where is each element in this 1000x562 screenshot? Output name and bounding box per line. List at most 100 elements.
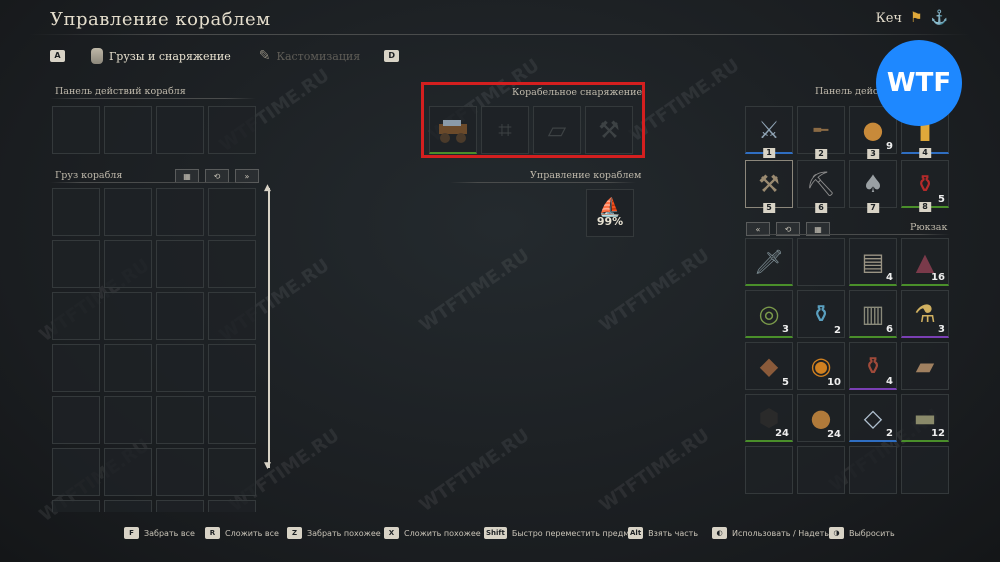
prev-tab-key[interactable]: A: [50, 50, 65, 62]
cargo-slot[interactable]: [156, 188, 204, 236]
backpack-slot[interactable]: ▤ 4: [849, 238, 897, 286]
tab-cargo-equipment[interactable]: Грузы и снаряжение: [91, 48, 231, 64]
cargo-scrollbar[interactable]: [268, 188, 270, 468]
cargo-slot[interactable]: [208, 188, 256, 236]
cargo-slot[interactable]: [52, 344, 100, 392]
equipment-slot-empty[interactable]: ⚒: [585, 106, 633, 154]
backpack-slot[interactable]: [849, 446, 897, 494]
backpack-slot[interactable]: ▲ 16: [901, 238, 949, 286]
ship-actions-label: Панель действий корабля: [55, 86, 186, 97]
hint-drop[interactable]: ◑ Выбросить: [829, 527, 895, 539]
backpack-slot[interactable]: ▬ 12: [901, 394, 949, 442]
axe-icon: ⚒: [758, 170, 780, 198]
backpack-slot[interactable]: ⬢ 24: [745, 394, 793, 442]
cargo-slot[interactable]: [208, 344, 256, 392]
backpack-slot[interactable]: ▰: [901, 342, 949, 390]
equipment-slot-empty[interactable]: ⌗: [481, 106, 529, 154]
flag-icon[interactable]: ⚑: [910, 10, 923, 26]
backpack-slot[interactable]: ◆ 5: [745, 342, 793, 390]
backpack-slot[interactable]: [745, 446, 793, 494]
anchor-icon[interactable]: ⚓: [931, 10, 948, 26]
cargo-buttons: ▦ ⟲ »: [175, 169, 259, 183]
cargo-slot[interactable]: [52, 240, 100, 288]
tab-bar: A Грузы и снаряжение ✎ Кастомизация D: [50, 48, 400, 64]
cargo-slot[interactable]: [52, 188, 100, 236]
sort-button[interactable]: ▦: [175, 169, 199, 183]
equipment-slot-empty[interactable]: ▱: [533, 106, 581, 154]
backpack-slot[interactable]: ▥ 6: [849, 290, 897, 338]
backpack-slot[interactable]: ● 24: [797, 394, 845, 442]
ship-equipment-grid: ⌗ ▱ ⚒: [429, 106, 633, 154]
cannon-icon: [430, 107, 476, 152]
transfer-button[interactable]: »: [235, 169, 259, 183]
tool-placeholder-icon: ⚒: [598, 116, 620, 144]
book-placeholder-icon: ▱: [547, 116, 567, 144]
tab-label: Грузы и снаряжение: [109, 49, 231, 63]
ship-condition: 99%: [596, 215, 624, 228]
action-slot[interactable]: [104, 106, 152, 154]
action-slot[interactable]: [156, 106, 204, 154]
cargo-slot[interactable]: [156, 448, 204, 496]
cargo-slot[interactable]: [104, 500, 152, 512]
backpack-slot[interactable]: ◇ 2: [849, 394, 897, 442]
action-slot-5[interactable]: ⚒ 5: [745, 160, 793, 213]
backpack-slot[interactable]: ⚗ 3: [901, 290, 949, 338]
divider: [745, 234, 950, 235]
equipment-slot-cannon[interactable]: [429, 106, 477, 154]
wtf-logo: WTF: [876, 40, 962, 126]
action-slot-8[interactable]: ⚱ 5 8: [901, 160, 949, 212]
cargo-slot[interactable]: [104, 344, 152, 392]
action-slot[interactable]: [52, 106, 100, 154]
cargo-slot[interactable]: [208, 448, 256, 496]
cargo-slot[interactable]: [104, 292, 152, 340]
hint-split[interactable]: Alt Взять часть: [628, 527, 698, 539]
cargo-slot[interactable]: [208, 292, 256, 340]
hint-take-all[interactable]: F Забрать все: [124, 527, 195, 539]
watermark: WTFTIME.RU: [415, 244, 534, 337]
cargo-slot[interactable]: [208, 240, 256, 288]
next-tab-key[interactable]: D: [384, 50, 400, 62]
backpack-slot[interactable]: ◉ 10: [797, 342, 845, 390]
action-slot-6[interactable]: ⛏ 6: [797, 160, 845, 213]
backpack-slot[interactable]: ⚱ 2: [797, 290, 845, 338]
cargo-slot[interactable]: [156, 396, 204, 444]
scroll-down-icon: ▼: [264, 461, 271, 471]
scroll-up-icon: ▲: [264, 183, 271, 193]
backpack-slot[interactable]: [797, 446, 845, 494]
cargo-slot[interactable]: [104, 448, 152, 496]
hint-quick-move[interactable]: Shift Быстро переместить предмет: [484, 527, 639, 539]
stack-button[interactable]: ⟲: [205, 169, 229, 183]
tab-customization[interactable]: ✎ Кастомизация: [259, 48, 360, 64]
hint-take-similar[interactable]: Z Забрать похожее: [287, 527, 381, 539]
cargo-slot[interactable]: [52, 292, 100, 340]
backpack-slot[interactable]: [901, 446, 949, 494]
cargo-slot[interactable]: [52, 448, 100, 496]
cargo-slot[interactable]: [52, 500, 100, 512]
backpack-slot[interactable]: ◎ 3: [745, 290, 793, 338]
cargo-slot[interactable]: [156, 344, 204, 392]
hint-use-equip[interactable]: ◐ Использовать / Надеть: [712, 527, 829, 539]
cargo-slot[interactable]: [104, 396, 152, 444]
cargo-slot[interactable]: [156, 500, 204, 512]
cargo-slot[interactable]: [52, 396, 100, 444]
ship-control-slot[interactable]: ⛵ 99%: [586, 189, 634, 237]
tab-label: Кастомизация: [276, 49, 361, 63]
hint-store-similar[interactable]: X Сложить похожее: [384, 527, 481, 539]
shovel-icon: ♠: [862, 170, 884, 198]
cargo-slot[interactable]: [156, 292, 204, 340]
action-slot-7[interactable]: ♠ 7: [849, 160, 897, 213]
backpack-slot[interactable]: 🗡: [745, 238, 793, 286]
cargo-slot[interactable]: [156, 240, 204, 288]
hint-store-all[interactable]: R Сложить все: [205, 527, 279, 539]
action-slot-1[interactable]: ⚔ 1: [745, 106, 793, 158]
halberd-icon: ⚔: [758, 115, 780, 144]
action-slot-2[interactable]: ╾ 2: [797, 106, 845, 159]
cargo-slot[interactable]: [104, 240, 152, 288]
cargo-slot[interactable]: [104, 188, 152, 236]
cargo-slot[interactable]: [208, 396, 256, 444]
cargo-slot[interactable]: [208, 500, 256, 512]
barrel-icon: [91, 48, 103, 64]
backpack-slot[interactable]: ⚱ 4: [849, 342, 897, 390]
action-slot[interactable]: [208, 106, 256, 154]
backpack-slot[interactable]: [797, 238, 845, 286]
